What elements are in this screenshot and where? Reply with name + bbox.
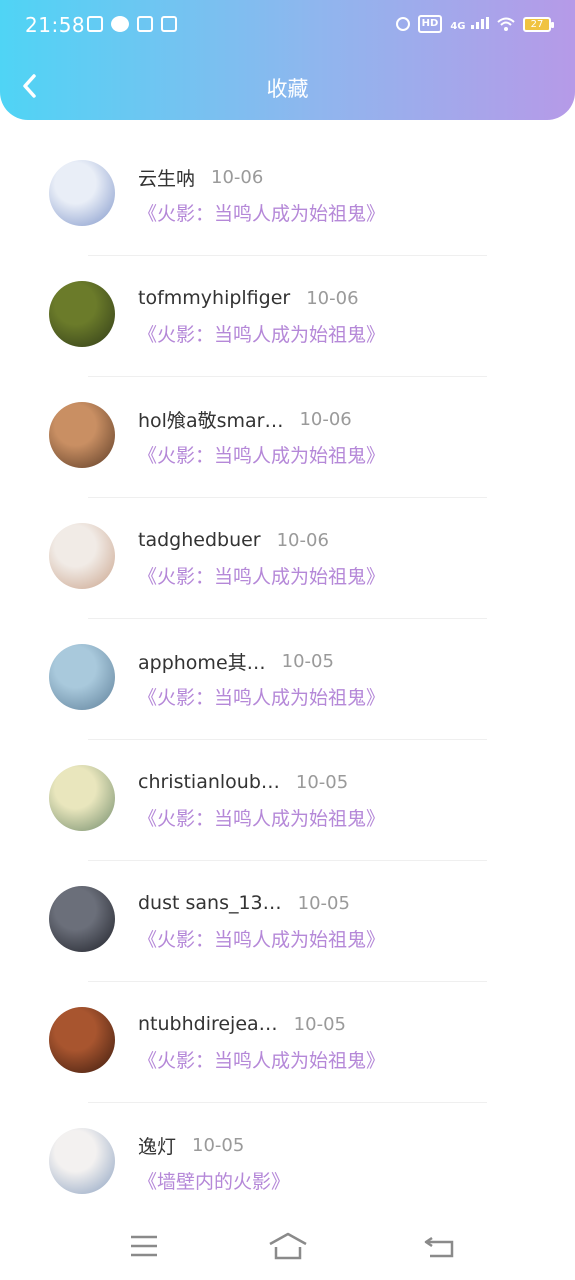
avatar[interactable] bbox=[49, 644, 115, 710]
avatar[interactable] bbox=[49, 281, 115, 347]
book-title[interactable]: 《火影：当鸣人成为始祖鬼》 bbox=[138, 441, 385, 468]
home-icon bbox=[269, 1232, 307, 1260]
favorite-date: 10-06 bbox=[276, 529, 329, 551]
page-title: 收藏 bbox=[266, 77, 309, 101]
user-name[interactable]: 逸灯 bbox=[138, 1132, 176, 1159]
list-item[interactable]: apphome其… 10-05 《火影：当鸣人成为始祖鬼》 bbox=[0, 619, 575, 740]
favorite-date: 10-06 bbox=[306, 287, 359, 309]
notification-icons bbox=[87, 16, 177, 32]
avatar[interactable] bbox=[49, 886, 115, 952]
user-name[interactable]: christianloub… bbox=[138, 771, 280, 793]
menu-button[interactable] bbox=[124, 1230, 164, 1264]
avatar[interactable] bbox=[49, 523, 115, 589]
book-title[interactable]: 《墙壁内的火影》 bbox=[138, 1167, 290, 1194]
name-line: christianloub… 10-05 bbox=[138, 768, 348, 796]
list-item[interactable]: tadghedbuer 10-06 《火影：当鸣人成为始祖鬼》 bbox=[0, 498, 575, 619]
battery-icon: 27 bbox=[523, 16, 554, 32]
wifi-icon bbox=[497, 17, 515, 31]
user-name[interactable]: tadghedbuer bbox=[138, 529, 261, 551]
user-name[interactable]: hol飧a敬smar… bbox=[138, 406, 283, 433]
system-navbar bbox=[0, 1212, 575, 1280]
alarm-icon bbox=[395, 17, 410, 31]
avatar[interactable] bbox=[49, 160, 115, 226]
app-header: 21:58 HD 4G 27 收藏 bbox=[0, 0, 575, 120]
favorite-date: 10-05 bbox=[192, 1134, 245, 1156]
book-title[interactable]: 《火影：当鸣人成为始祖鬼》 bbox=[138, 320, 385, 347]
favorite-date: 10-05 bbox=[295, 771, 349, 793]
name-line: dust sans_13… 10-05 bbox=[138, 889, 350, 917]
list-item[interactable]: christianloub… 10-05 《火影：当鸣人成为始祖鬼》 bbox=[0, 740, 575, 861]
book-title[interactable]: 《火影：当鸣人成为始祖鬼》 bbox=[138, 562, 385, 589]
user-name[interactable]: ntubhdirejea… bbox=[138, 1013, 278, 1035]
network-type: 4G bbox=[450, 20, 466, 32]
return-icon bbox=[424, 1236, 454, 1258]
avatar[interactable] bbox=[49, 402, 115, 468]
avatar[interactable] bbox=[49, 765, 115, 831]
avatar[interactable] bbox=[49, 1007, 115, 1073]
list-item[interactable]: ntubhdirejea… 10-05 《火影：当鸣人成为始祖鬼》 bbox=[0, 982, 575, 1103]
message-icon bbox=[111, 16, 129, 32]
book-title[interactable]: 《火影：当鸣人成为始祖鬼》 bbox=[138, 199, 385, 226]
k-app-icon bbox=[137, 16, 153, 32]
name-line: apphome其… 10-05 bbox=[138, 647, 334, 675]
book-title[interactable]: 《火影：当鸣人成为始祖鬼》 bbox=[138, 1046, 385, 1073]
avatar[interactable] bbox=[49, 1128, 115, 1194]
list-item[interactable]: 逸灯 10-05 《墙壁内的火影》 bbox=[0, 1103, 575, 1224]
name-line: 逸灯 10-05 bbox=[138, 1131, 244, 1159]
favorites-list: 云生呐 10-06 《火影：当鸣人成为始祖鬼》 tofmmyhiplfiger 10-0… bbox=[0, 135, 575, 1224]
signal-icon: 4G bbox=[450, 16, 489, 32]
hd-icon: HD bbox=[417, 15, 443, 33]
user-name[interactable]: tofmmyhiplfiger bbox=[138, 287, 290, 309]
favorite-date: 10-05 bbox=[293, 1013, 346, 1035]
name-line: tofmmyhiplfiger 10-06 bbox=[138, 284, 359, 312]
name-line: tadghedbuer 10-06 bbox=[138, 526, 329, 554]
user-name[interactable]: 云生呐 bbox=[138, 164, 195, 191]
favorite-date: 10-05 bbox=[281, 650, 334, 672]
favorite-date: 10-06 bbox=[299, 408, 352, 430]
name-line: ntubhdirejea… 10-05 bbox=[138, 1010, 346, 1038]
list-item[interactable]: hol飧a敬smar… 10-06 《火影：当鸣人成为始祖鬼》 bbox=[0, 377, 575, 498]
book-title[interactable]: 《火影：当鸣人成为始祖鬼》 bbox=[138, 925, 385, 952]
book-app-icon bbox=[161, 16, 177, 32]
status-bar: 21:58 HD 4G 27 bbox=[0, 0, 575, 52]
list-item[interactable]: tofmmyhiplfiger 10-06 《火影：当鸣人成为始祖鬼》 bbox=[0, 256, 575, 377]
name-line: 云生呐 10-06 bbox=[138, 163, 263, 191]
menu-icon bbox=[131, 1235, 157, 1257]
user-name[interactable]: dust sans_13… bbox=[138, 892, 282, 914]
list-item[interactable]: 云生呐 10-06 《火影：当鸣人成为始祖鬼》 bbox=[0, 135, 575, 256]
name-line: hol飧a敬smar… 10-06 bbox=[138, 405, 352, 433]
book-title[interactable]: 《火影：当鸣人成为始祖鬼》 bbox=[138, 804, 385, 831]
favorite-date: 10-05 bbox=[297, 892, 350, 914]
system-status-icons: HD 4G 27 bbox=[395, 15, 554, 33]
user-name[interactable]: apphome其… bbox=[138, 648, 266, 675]
return-button[interactable] bbox=[420, 1230, 460, 1264]
list-item[interactable]: dust sans_13… 10-05 《火影：当鸣人成为始祖鬼》 bbox=[0, 861, 575, 982]
favorite-date: 10-06 bbox=[211, 166, 264, 188]
home-button[interactable] bbox=[268, 1230, 308, 1264]
status-time: 21:58 bbox=[25, 13, 86, 37]
book-title[interactable]: 《火影：当鸣人成为始祖鬼》 bbox=[138, 683, 385, 710]
app-notification-icon bbox=[87, 16, 103, 32]
